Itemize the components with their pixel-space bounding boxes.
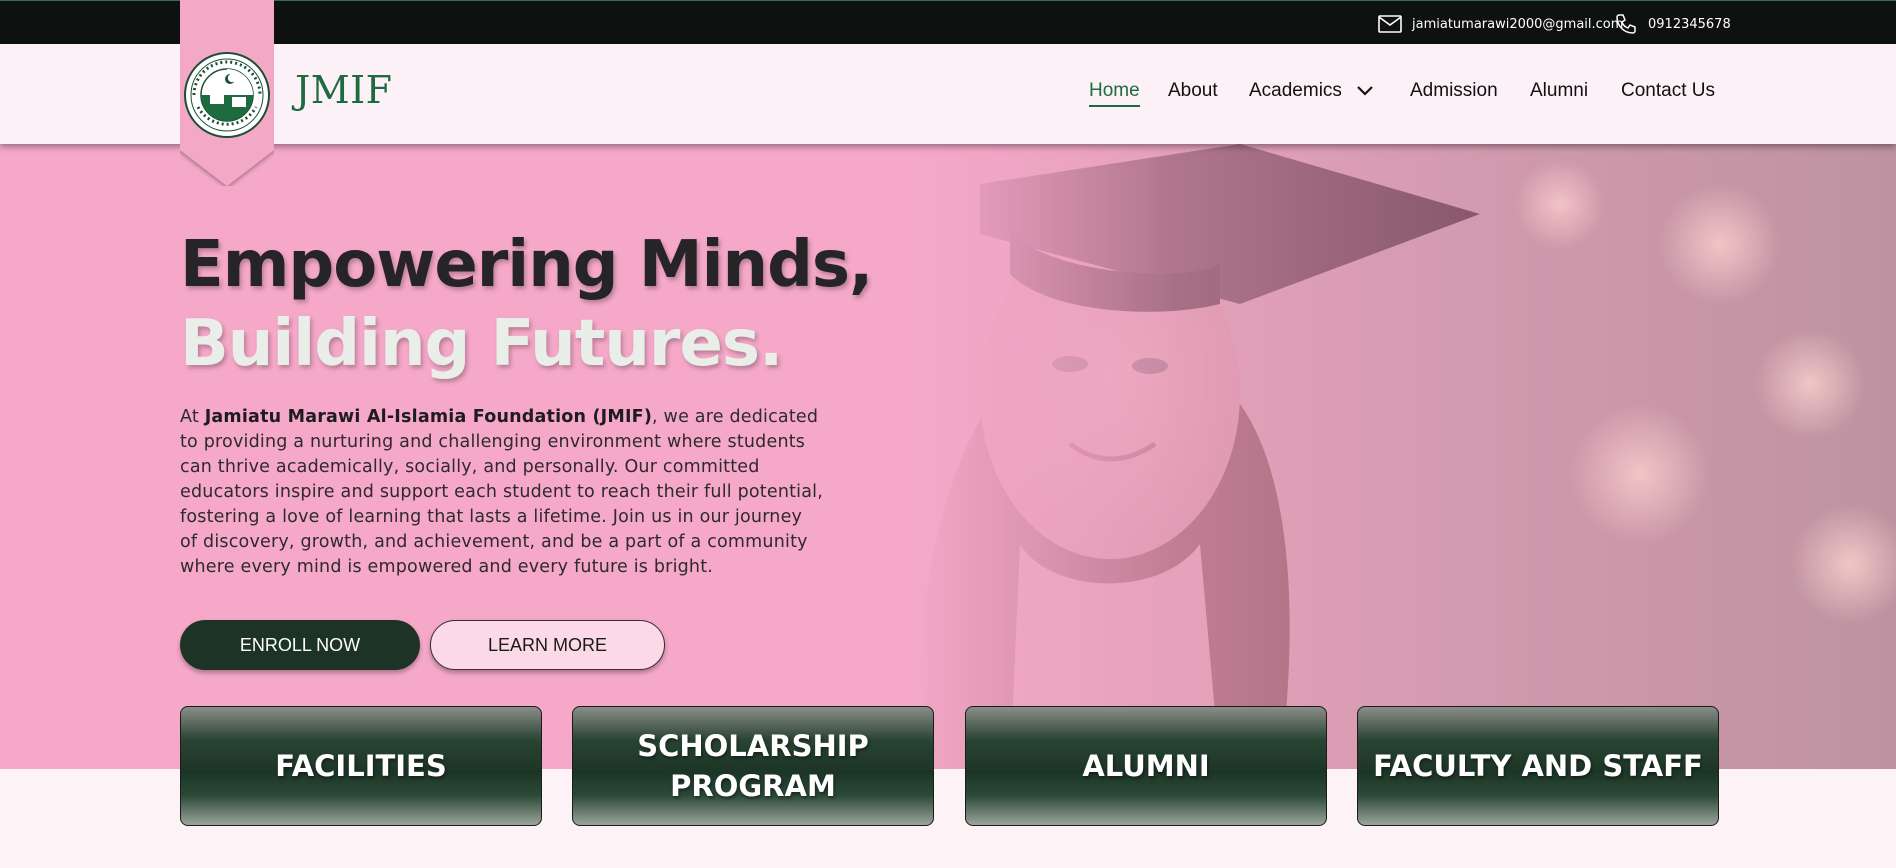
hero-headline-line1: Empowering Minds,	[180, 228, 873, 302]
nav-academics-label: Academics	[1249, 80, 1342, 101]
intro-foundation-name: Jamiatu Marawi Al-Islamia Foundation (JM…	[204, 407, 653, 427]
hero-intro-paragraph: At Jamiatu Marawi Al-Islamia Foundation …	[180, 405, 825, 580]
chevron-down-icon[interactable]	[1356, 85, 1374, 97]
card-alumni[interactable]: ALUMNI	[965, 706, 1327, 826]
intro-body: , we are dedicated to providing a nurtur…	[180, 407, 823, 577]
card-faculty-and-staff[interactable]: FACULTY AND STAFF	[1357, 706, 1719, 826]
brand-name[interactable]: JMIF	[295, 68, 393, 112]
nav-contact-us[interactable]: Contact Us	[1621, 80, 1715, 102]
card-scholarship-title-line1: SCHOLARSHIP	[637, 729, 869, 763]
nav-home[interactable]: Home	[1089, 80, 1140, 107]
intro-prefix: At	[180, 407, 205, 427]
card-facilities-title: FACILITIES	[275, 749, 447, 783]
card-scholarship-program[interactable]: SCHOLARSHIP PROGRAM	[572, 706, 934, 826]
learn-more-button[interactable]: LEARN MORE	[430, 620, 665, 670]
nav-about[interactable]: About	[1168, 80, 1218, 102]
mail-icon	[1378, 15, 1402, 33]
email-text[interactable]: jamiatumarawi2000@gmail.com	[1412, 17, 1623, 32]
nav-admission[interactable]: Admission	[1410, 80, 1498, 102]
hero-headline-line2: Building Futures.	[180, 307, 783, 381]
phone-contact[interactable]: 0912345678	[1614, 13, 1731, 35]
site-header	[0, 44, 1896, 144]
nav-academics[interactable]: Academics	[1249, 80, 1374, 102]
card-facilities[interactable]: FACILITIES	[180, 706, 542, 826]
card-faculty-title: FACULTY AND STAFF	[1373, 749, 1703, 783]
enroll-now-button[interactable]: ENROLL NOW	[180, 620, 420, 670]
phone-icon	[1616, 14, 1636, 34]
card-scholarship-title-line2: PROGRAM	[670, 769, 836, 803]
card-alumni-title: ALUMNI	[1082, 749, 1210, 783]
email-contact[interactable]: jamiatumarawi2000@gmail.com	[1378, 13, 1623, 35]
top-contact-bar: jamiatumarawi2000@gmail.com 0912345678	[0, 0, 1896, 44]
school-seal-logo[interactable]	[184, 52, 270, 138]
phone-text[interactable]: 0912345678	[1648, 17, 1731, 32]
nav-alumni[interactable]: Alumni	[1530, 80, 1588, 102]
